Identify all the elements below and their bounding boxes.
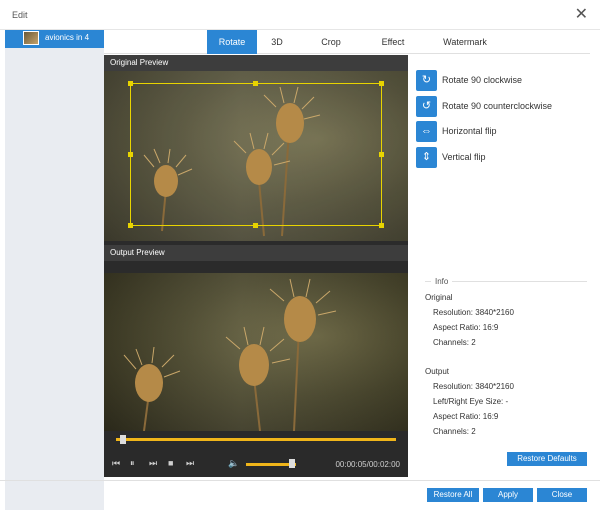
info-panel: Info Original Resolution: 3840*2160 Aspe… bbox=[425, 277, 587, 447]
footer-divider bbox=[0, 480, 600, 481]
volume-thumb[interactable] bbox=[289, 459, 295, 468]
thistle-image bbox=[123, 278, 337, 431]
crop-handle[interactable] bbox=[128, 223, 133, 228]
volume-icon[interactable]: 🔈 bbox=[228, 458, 239, 469]
rotate-clockwise-label: Rotate 90 clockwise bbox=[442, 75, 523, 85]
progress-track[interactable] bbox=[116, 438, 396, 441]
output-preview-image bbox=[104, 273, 408, 431]
vertical-flip-button[interactable]: ⇕ Vertical flip bbox=[416, 147, 576, 169]
player-controls: ⏮ ⏸ ⏭ ■ ⏭ 🔈 00:00:05/00:02:00 bbox=[104, 431, 408, 477]
title-bar: Edit ✕ bbox=[0, 0, 600, 30]
tab-crop[interactable]: Crop bbox=[312, 30, 350, 54]
crop-handle[interactable] bbox=[253, 81, 258, 86]
step-forward-icon[interactable]: ⏭ bbox=[149, 458, 157, 469]
rotate-counterclockwise-button[interactable]: ↺ Rotate 90 counterclockwise bbox=[416, 96, 576, 118]
info-legend: Info bbox=[431, 277, 453, 286]
time-readout: 00:00:05/00:02:00 bbox=[335, 460, 400, 469]
close-button[interactable]: Close bbox=[537, 488, 587, 502]
crop-handle[interactable] bbox=[379, 152, 384, 157]
apply-button[interactable]: Apply bbox=[483, 488, 533, 502]
window-title: Edit bbox=[12, 10, 28, 20]
rotate-counterclockwise-label: Rotate 90 counterclockwise bbox=[442, 101, 553, 111]
restore-defaults-button[interactable]: Restore Defaults bbox=[507, 452, 587, 466]
vertical-flip-icon: ⇕ bbox=[416, 147, 437, 168]
rotate-clockwise-icon: ↻ bbox=[416, 70, 437, 91]
original-channels: Channels: 2 bbox=[433, 338, 476, 347]
rotate-clockwise-button[interactable]: ↻ Rotate 90 clockwise bbox=[416, 70, 576, 92]
original-resolution: Resolution: 3840*2160 bbox=[433, 308, 514, 317]
crop-rectangle[interactable] bbox=[130, 83, 382, 226]
horizontal-flip-button[interactable]: ⇔ Horizontal flip bbox=[416, 121, 576, 143]
original-header: Original bbox=[425, 293, 453, 302]
file-thumbnail bbox=[23, 31, 39, 45]
output-preview-label: Output Preview bbox=[104, 245, 408, 261]
crop-handle[interactable] bbox=[128, 81, 133, 86]
original-preview-image bbox=[104, 71, 408, 241]
file-list-item[interactable]: avionics in 4 bbox=[5, 30, 104, 48]
vertical-flip-label: Vertical flip bbox=[442, 152, 486, 162]
crop-handle[interactable] bbox=[128, 152, 133, 157]
close-icon[interactable]: ✕ bbox=[575, 4, 588, 24]
file-sidebar: avionics in 4 bbox=[5, 30, 104, 510]
horizontal-flip-label: Horizontal flip bbox=[442, 126, 497, 136]
crop-handle[interactable] bbox=[379, 223, 384, 228]
crop-handle[interactable] bbox=[253, 223, 258, 228]
tab-rotate[interactable]: Rotate bbox=[207, 30, 257, 54]
tab-effect[interactable]: Effect bbox=[371, 30, 415, 54]
output-channels: Channels: 2 bbox=[433, 427, 476, 436]
tab-watermark[interactable]: Watermark bbox=[434, 30, 496, 54]
restore-all-button[interactable]: Restore All bbox=[427, 488, 479, 502]
progress-thumb[interactable] bbox=[120, 435, 126, 444]
output-resolution: Resolution: 3840*2160 bbox=[433, 382, 514, 391]
output-aspect-ratio: Aspect Ratio: 16:9 bbox=[433, 412, 499, 421]
pause-icon[interactable]: ⏸ bbox=[130, 458, 135, 469]
rotate-counterclockwise-icon: ↺ bbox=[416, 96, 437, 117]
crop-handle[interactable] bbox=[379, 81, 384, 86]
output-eye-size: Left/Right Eye Size: - bbox=[433, 397, 509, 406]
file-name: avionics in 4 bbox=[45, 33, 90, 42]
tab-3d[interactable]: 3D bbox=[259, 30, 295, 54]
tab-bar: Rotate 3D Crop Effect Watermark bbox=[104, 30, 590, 54]
stop-icon[interactable]: ■ bbox=[168, 458, 173, 468]
preview-area: Original Preview Output Preview ⏮ ⏸ ⏭ ■ … bbox=[104, 55, 408, 477]
skip-back-icon[interactable]: ⏮ bbox=[112, 458, 120, 469]
horizontal-flip-icon: ⇔ bbox=[416, 121, 437, 142]
output-header: Output bbox=[425, 367, 450, 376]
original-aspect-ratio: Aspect Ratio: 16:9 bbox=[433, 323, 499, 332]
skip-forward-icon[interactable]: ⏭ bbox=[186, 458, 194, 469]
original-preview-label: Original Preview bbox=[104, 55, 408, 71]
